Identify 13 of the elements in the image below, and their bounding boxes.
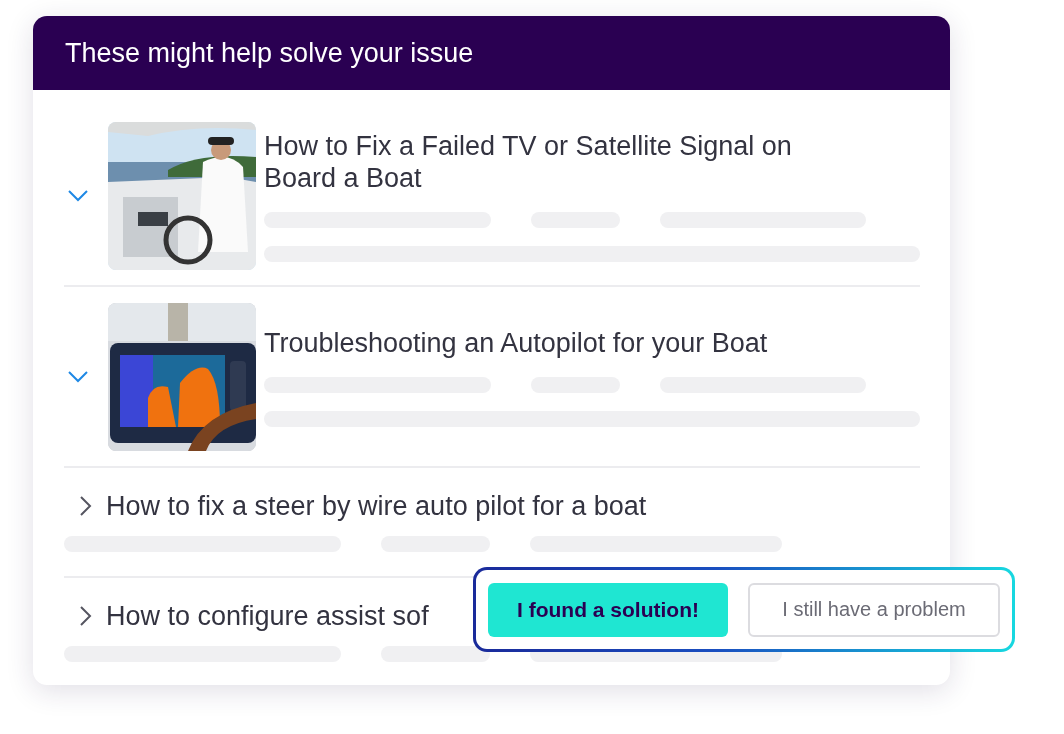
problem-remains-button[interactable]: I still have a problem [748,582,1000,637]
article-row[interactable]: Troubleshooting an Autopilot for your Boat [64,287,920,468]
panel-title: These might help solve your issue [33,16,950,90]
article-row[interactable]: How to Fix a Failed TV or Satellite Signal on Board a Boat [64,106,920,287]
chevron-right-icon[interactable] [80,496,92,516]
chevron-down-icon[interactable] [68,371,88,383]
chevron-right-icon[interactable] [80,606,92,626]
article-title[interactable]: How to fix a steer by wire auto pilot for a boat [106,490,647,522]
article-title[interactable]: How to configure assist sof [106,600,429,632]
solution-found-button[interactable]: I found a solution! [488,582,728,637]
chevron-down-icon[interactable] [68,190,88,202]
article-title[interactable]: How to Fix a Failed TV or Satellite Signal on Board a Boat [264,130,844,194]
article-title[interactable]: Troubleshooting an Autopilot for your Boat [264,327,844,359]
